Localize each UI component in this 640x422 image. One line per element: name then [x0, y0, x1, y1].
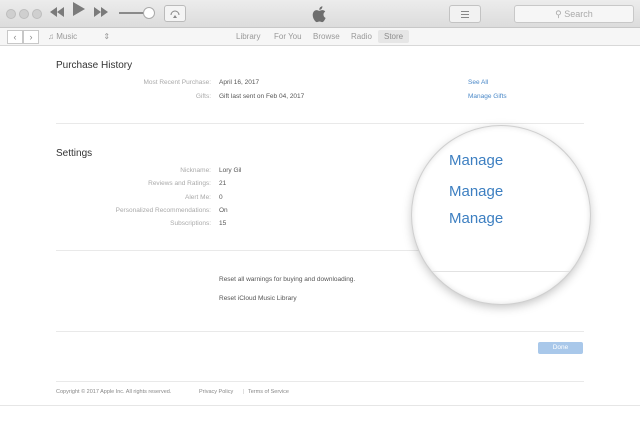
- fast-forward-icon[interactable]: [94, 4, 108, 22]
- manage-link[interactable]: Manage: [449, 210, 503, 227]
- apple-logo-icon: [310, 4, 330, 24]
- manage-gifts-link[interactable]: Manage Gifts: [468, 93, 507, 100]
- media-source-selector[interactable]: ♫ Music ⇕: [48, 30, 110, 43]
- divider: [56, 381, 584, 382]
- tab-store[interactable]: Store: [378, 30, 410, 43]
- alert-me-label: Alert Me:: [184, 194, 211, 201]
- tab-library[interactable]: Library: [236, 30, 260, 43]
- purchase-history-heading: Purchase History: [56, 60, 133, 71]
- search-placeholder: Search: [564, 9, 593, 19]
- search-icon: ⚲: [555, 9, 562, 19]
- bottom-bar: [0, 405, 640, 422]
- volume-knob[interactable]: [143, 7, 155, 19]
- media-source-label: Music: [56, 32, 78, 41]
- magnifier-callout: Manage Manage Manage: [412, 126, 590, 304]
- music-note-icon: ♫: [48, 32, 54, 41]
- back-button[interactable]: ‹: [7, 30, 23, 44]
- copyright-text: Copyright © 2017 Apple Inc. All rights r…: [56, 389, 172, 395]
- manage-link[interactable]: Manage: [449, 152, 503, 169]
- alert-me-value: 0: [219, 194, 223, 201]
- chevron-updown-icon: ⇕: [103, 32, 111, 41]
- divider: [56, 123, 584, 124]
- privacy-policy-link[interactable]: Privacy Policy: [199, 389, 233, 395]
- footer-separator: |: [243, 389, 245, 395]
- most-recent-purchase-value: April 16, 2017: [219, 79, 260, 86]
- divider: [56, 331, 584, 332]
- play-icon[interactable]: [73, 2, 85, 21]
- tab-radio[interactable]: Radio: [351, 30, 372, 43]
- title-bar: ⚲ Search: [0, 0, 640, 28]
- rewind-icon[interactable]: [50, 4, 64, 22]
- divider: [412, 271, 590, 272]
- gifts-label: Gifts:: [195, 93, 211, 100]
- reset-icloud-library-link[interactable]: Reset iCloud Music Library: [219, 295, 297, 302]
- done-button[interactable]: Done: [538, 342, 583, 354]
- zoom-window-button[interactable]: [32, 9, 42, 19]
- see-all-link[interactable]: See All: [468, 79, 488, 86]
- close-window-button[interactable]: [6, 9, 16, 19]
- search-input[interactable]: ⚲ Search: [514, 5, 634, 23]
- reviews-ratings-label: Reviews and Ratings:: [148, 180, 211, 187]
- subscriptions-label: Subscriptions:: [170, 220, 211, 227]
- up-next-list-button[interactable]: [449, 5, 481, 23]
- nickname-value: Lory Gil: [219, 167, 242, 174]
- settings-heading: Settings: [56, 148, 93, 159]
- forward-button[interactable]: ›: [23, 30, 39, 44]
- subscriptions-value: 15: [219, 220, 227, 227]
- manage-link[interactable]: Manage: [449, 183, 503, 200]
- tab-for-you[interactable]: For You: [274, 30, 302, 43]
- airplay-icon: [170, 10, 180, 18]
- most-recent-purchase-label: Most Recent Purchase:: [143, 79, 211, 86]
- personalized-recommendations-value: On: [219, 207, 228, 214]
- terms-of-service-link[interactable]: Terms of Service: [248, 389, 289, 395]
- gifts-value: Gift last sent on Feb 04, 2017: [219, 93, 305, 100]
- airplay-button[interactable]: [164, 5, 186, 22]
- tab-browse[interactable]: Browse: [313, 30, 340, 43]
- reviews-ratings-value: 21: [219, 180, 227, 187]
- nav-bar: ‹ › ♫ Music ⇕ Library For You Browse Rad…: [0, 28, 640, 46]
- minimize-window-button[interactable]: [19, 9, 29, 19]
- personalized-recommendations-label: Personalized Recommendations:: [115, 207, 211, 214]
- nickname-label: Nickname:: [180, 167, 211, 174]
- reset-warnings-link[interactable]: Reset all warnings for buying and downlo…: [219, 276, 355, 283]
